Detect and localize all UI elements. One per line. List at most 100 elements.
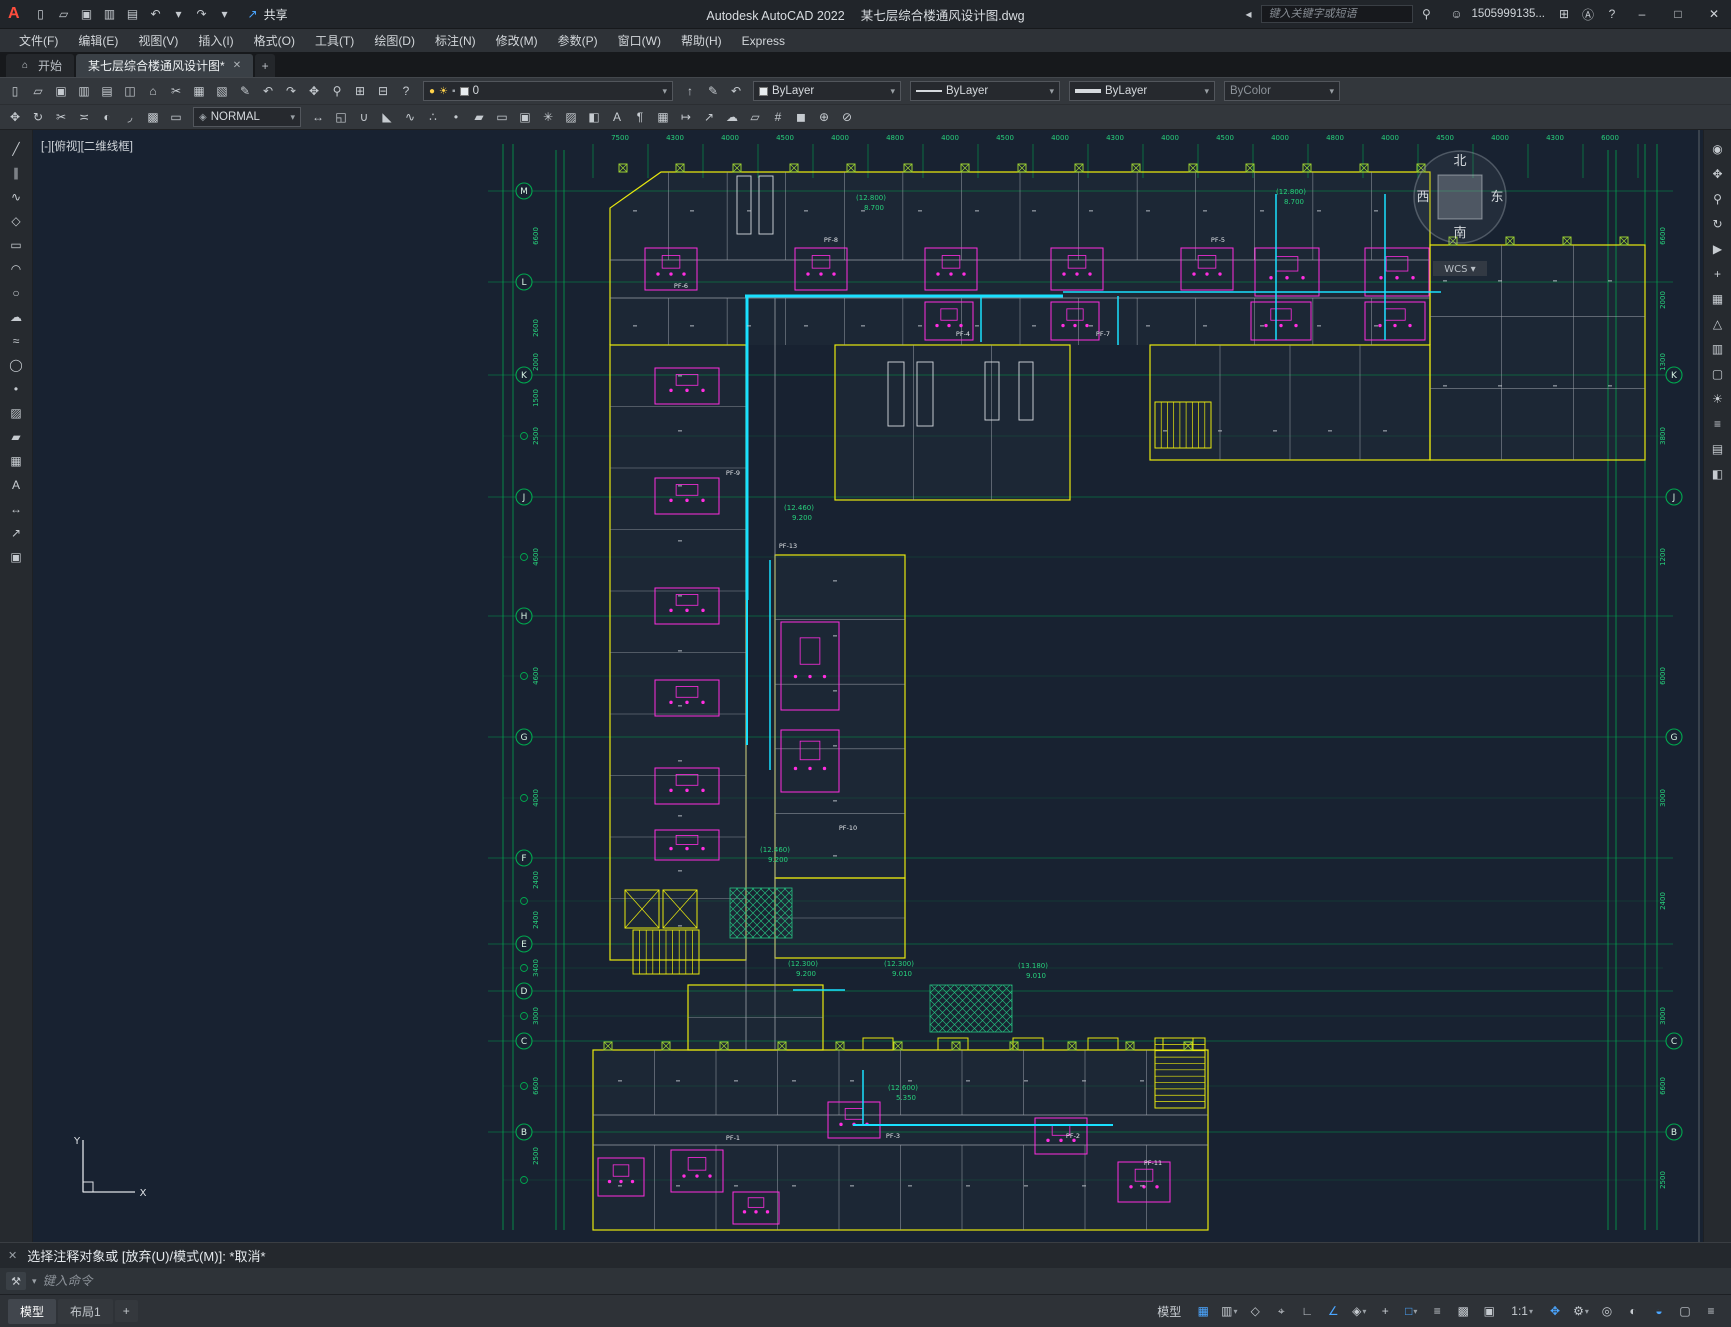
leader-icon[interactable]: ↗ — [698, 107, 720, 127]
properties-icon[interactable]: ▤ — [1706, 438, 1730, 459]
dimension-icon[interactable]: ↔ — [4, 498, 28, 519]
arc-icon[interactable]: ◠ — [4, 258, 28, 279]
viewcube-icon[interactable]: ▦ — [1706, 288, 1730, 309]
menu-file[interactable]: 文件(F) — [10, 30, 67, 51]
orbit-icon[interactable]: ↻ — [1706, 213, 1730, 234]
layer-dropdown-icon[interactable]: ▾ — [662, 86, 667, 97]
customize-icon[interactable]: ≡ — [1699, 1300, 1723, 1322]
menu-view[interactable]: 视图(V) — [129, 30, 187, 51]
redo-dropdown-icon[interactable]: ▾ — [214, 4, 236, 24]
isolate-objects-icon[interactable]: ◐ — [1621, 1300, 1645, 1322]
lineweight-display-icon[interactable]: ≡ — [1425, 1300, 1449, 1322]
search-input[interactable] — [1261, 5, 1414, 23]
new-icon[interactable]: ▯ — [4, 81, 26, 101]
camera-icon[interactable]: ▢ — [1706, 363, 1730, 384]
open-file-icon[interactable]: ▱ — [53, 4, 75, 24]
layers-icon[interactable]: ≡ — [1706, 413, 1730, 434]
gradient-icon[interactable]: ◧ — [583, 107, 605, 127]
stretch-icon[interactable]: ↔ — [307, 107, 329, 127]
new-file-icon[interactable]: ▯ — [30, 4, 52, 24]
spline-icon[interactable]: ≈ — [4, 330, 28, 351]
save-as-icon[interactable]: ▥ — [99, 4, 121, 24]
menu-format[interactable]: 格式(O) — [245, 30, 304, 51]
tab-start[interactable]: ⌂ 开始 — [6, 54, 75, 77]
construction-line-icon[interactable]: ∥ — [4, 162, 28, 183]
make-object-layer-current-icon[interactable]: ↑ — [679, 81, 701, 101]
blend-icon[interactable]: ∿ — [399, 107, 421, 127]
color-dropdown-icon[interactable]: ▾ — [890, 86, 895, 97]
save-icon[interactable]: ▣ — [50, 81, 72, 101]
cut-icon[interactable]: ✂ — [165, 81, 187, 101]
menu-modify[interactable]: 修改(M) — [487, 30, 547, 51]
menu-express[interactable]: Express — [733, 32, 794, 50]
layer-previous-icon[interactable]: ↶ — [725, 81, 747, 101]
model-tab[interactable]: 模型 — [8, 1298, 57, 1324]
region-icon[interactable]: ▰ — [468, 107, 490, 127]
search-expand-icon[interactable]: ◂ — [1237, 4, 1259, 24]
hatch-icon[interactable]: ▨ — [4, 402, 28, 423]
lineweight-dropdown-icon[interactable]: ▾ — [1204, 86, 1209, 97]
block-icon[interactable]: ◼ — [790, 107, 812, 127]
linetype-combo[interactable]: ByLayer ▾ — [910, 81, 1060, 101]
menu-tools[interactable]: 工具(T) — [306, 30, 363, 51]
object-snap-icon[interactable]: □ ▾ — [1399, 1300, 1423, 1322]
model-space-icon[interactable]: 模型 — [1149, 1300, 1189, 1322]
command-dropdown-icon[interactable]: ▾ — [32, 1276, 37, 1287]
pan-icon[interactable]: ✥ — [303, 81, 325, 101]
rotate-icon[interactable]: ↻ — [27, 107, 49, 127]
isometric-drafting-icon[interactable]: ◈ ▾ — [1347, 1300, 1371, 1322]
offset-icon[interactable]: ≍ — [73, 107, 95, 127]
polar-tracking-icon[interactable]: ∠ — [1321, 1300, 1345, 1322]
table-icon[interactable]: ▦ — [652, 107, 674, 127]
account-button[interactable]: ☺ 1505999135... — [1439, 4, 1551, 24]
match-properties-icon[interactable]: ✎ — [234, 81, 256, 101]
workspace-switching-icon[interactable]: ⚙ ▾ — [1569, 1300, 1593, 1322]
circle-icon[interactable]: ○ — [4, 282, 28, 303]
plotstyle-combo[interactable]: ByColor ▾ — [1224, 81, 1340, 101]
plotstyle-dropdown-icon[interactable]: ▾ — [1329, 86, 1334, 97]
style-dropdown-icon[interactable]: ▾ — [290, 112, 295, 123]
autodesk-account-icon[interactable]: Ⓐ — [1577, 4, 1599, 24]
paste-icon[interactable]: ▧ — [211, 81, 233, 101]
search-icon[interactable]: ⚲ — [1415, 4, 1437, 24]
command-close-icon[interactable]: ✕ — [8, 1249, 17, 1262]
plot-icon[interactable]: ▤ — [96, 81, 118, 101]
match-layer-icon[interactable]: ✎ — [702, 81, 724, 101]
close-button[interactable]: ✕ — [1697, 0, 1731, 28]
transparency-icon[interactable]: ▩ — [1451, 1300, 1475, 1322]
undo-dropdown-icon[interactable]: ▾ — [168, 4, 190, 24]
external-reference-icon[interactable]: ⊘ — [836, 107, 858, 127]
graphics-performance-icon[interactable]: ◒ — [1647, 1300, 1671, 1322]
menu-help[interactable]: 帮助(H) — [672, 30, 731, 51]
join-icon[interactable]: ∪ — [353, 107, 375, 127]
ucs-icon[interactable]: + — [1706, 263, 1730, 284]
fillet-icon[interactable]: ◞ — [119, 107, 141, 127]
undo-icon[interactable]: ↶ — [145, 4, 167, 24]
command-tool-icon[interactable]: ⚒ — [6, 1272, 26, 1290]
maximize-button[interactable]: □ — [1661, 0, 1695, 28]
annotation-monitor-icon[interactable]: ◎ — [1595, 1300, 1619, 1322]
menu-dimension[interactable]: 标注(N) — [426, 30, 485, 51]
field-icon[interactable]: # — [767, 107, 789, 127]
new-tab-button[interactable]: + — [255, 54, 276, 77]
group-icon[interactable]: ▣ — [514, 107, 536, 127]
region-icon[interactable]: ▰ — [4, 426, 28, 447]
navigation-wheel-icon[interactable]: ◉ — [1706, 138, 1730, 159]
zoom-icon[interactable]: ⚲ — [1706, 188, 1730, 209]
plot-icon[interactable]: ▤ — [122, 4, 144, 24]
color-combo[interactable]: ByLayer ▾ — [753, 81, 901, 101]
viewport-controls[interactable]: [-][俯视][二维线框] — [41, 138, 133, 154]
ortho-mode-icon[interactable]: ∟ — [1295, 1300, 1319, 1322]
help-icon[interactable]: ? — [395, 81, 417, 101]
menu-window[interactable]: 窗口(W) — [609, 30, 670, 51]
point-icon[interactable]: • — [445, 107, 467, 127]
undo-icon[interactable]: ↶ — [257, 81, 279, 101]
mtext-icon[interactable]: ¶ — [629, 107, 651, 127]
text-icon[interactable]: A — [606, 107, 628, 127]
layer-combo[interactable]: ● ☀ ▪ 0 ▾ — [423, 81, 673, 101]
open-icon[interactable]: ▱ — [27, 81, 49, 101]
copy-icon[interactable]: ▦ — [188, 81, 210, 101]
block-icon[interactable]: ▣ — [4, 546, 28, 567]
menu-edit[interactable]: 编辑(E) — [69, 30, 127, 51]
zoom-realtime-icon[interactable]: ⚲ — [326, 81, 348, 101]
